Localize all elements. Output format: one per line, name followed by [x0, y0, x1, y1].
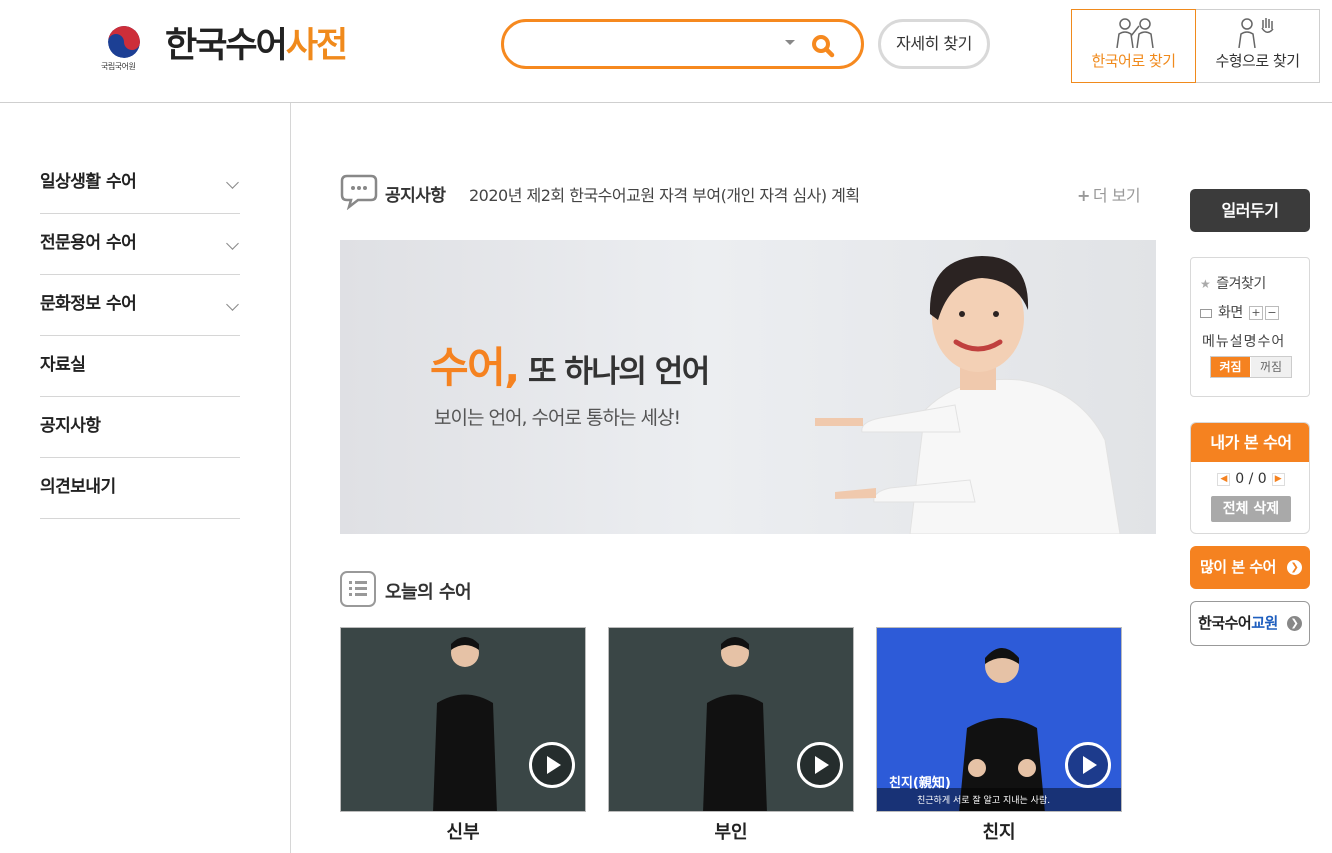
chevron-down-icon — [226, 176, 239, 189]
notice-more-link[interactable]: + 더 보기 — [1077, 182, 1141, 206]
chevron-left-icon[interactable]: ◀ — [1217, 472, 1231, 486]
video-overlay-description: 친근하게 서로 잘 알고 지내는 사람. — [917, 796, 1051, 806]
sign-teacher-button[interactable]: 한국수어교원 ❯ — [1190, 601, 1310, 646]
site-header: 국립국어원 한국수어사전 자세히 찾기 한국어로 찾기 수형으로 찾기 — [0, 0, 1332, 103]
sidebar-item-daily-life[interactable]: 일상생활 수어 — [40, 153, 240, 214]
guide-button[interactable]: 일러두기 — [1190, 189, 1310, 232]
search-input[interactable] — [524, 32, 774, 56]
chevron-down-icon — [226, 298, 239, 311]
sidebar-item-label: 전문용어 수어 — [40, 233, 137, 253]
favorites-link[interactable]: ★ 즐겨찾기 — [1200, 273, 1266, 293]
video-thumbnail[interactable] — [608, 627, 854, 812]
notice-section-label: 공지사항 — [385, 186, 446, 206]
search-dropdown-caret-icon[interactable] — [785, 40, 795, 45]
find-by-korean-button[interactable]: 한국어로 찾기 — [1071, 9, 1196, 83]
institution-name[interactable]: 국립국어원 — [101, 61, 136, 72]
find-by-handshape-label: 수형으로 찾기 — [1215, 52, 1300, 70]
find-by-korean-label: 한국어로 찾기 — [1091, 52, 1176, 70]
screen-label: 화면 — [1218, 305, 1243, 321]
signing-person-icon — [1109, 14, 1159, 49]
menu-desc-label: 메뉴설명수어 — [1202, 334, 1286, 350]
most-viewed-button[interactable]: 많이 본 수어 ❯ — [1190, 546, 1310, 589]
chevron-down-icon — [226, 237, 239, 250]
more-label: 더 보기 — [1092, 186, 1141, 205]
banner-headline-accent: 수어, — [430, 343, 520, 392]
recently-viewed-panel: 내가 본 수어 ◀ 0 / 0 ▶ 전체 삭제 — [1190, 422, 1310, 534]
arrow-right-icon: ❯ — [1287, 560, 1302, 575]
notice-headline-link[interactable]: 2020년 제2회 한국수어교원 자격 부여(개인 자격 심사) 계획 — [469, 182, 860, 206]
speech-bubble-icon — [340, 174, 378, 211]
list-icon — [340, 571, 376, 607]
viewed-count: 0 / 0 — [1235, 471, 1267, 487]
teacher-label-prefix: 한국수어 — [1198, 614, 1252, 632]
banner-presenter-image — [815, 256, 1121, 534]
site-title-accent: 사전 — [285, 26, 348, 66]
chevron-right-icon[interactable]: ▶ — [1271, 472, 1285, 486]
recently-viewed-title: 내가 본 수어 — [1191, 423, 1309, 462]
most-viewed-label: 많이 본 수어 — [1200, 558, 1276, 576]
sidebar-divider — [290, 103, 291, 853]
toggle-on-option[interactable]: 켜짐 — [1211, 357, 1250, 377]
menu-desc-toggle[interactable]: 켜짐 꺼짐 — [1210, 356, 1292, 378]
banner-subtext: 보이는 언어, 수어로 통하는 세상! — [434, 407, 681, 429]
taegeuk-emblem-icon[interactable] — [108, 26, 140, 58]
sidebar-item-archive[interactable]: 자료실 — [40, 336, 240, 397]
sidebar-item-label: 의견보내기 — [40, 477, 116, 497]
sidebar-item-culture[interactable]: 문화정보 수어 — [40, 275, 240, 336]
sidebar-item-label: 문화정보 수어 — [40, 294, 137, 314]
zoom-in-button[interactable]: + — [1248, 306, 1263, 320]
today-sign-section-label: 오늘의 수어 — [385, 582, 472, 603]
search-box — [501, 19, 864, 69]
banner-headline: 수어, 또 하나의 언어 — [430, 334, 710, 395]
monitor-icon — [1200, 308, 1212, 318]
video-caption[interactable]: 친지 — [876, 818, 1122, 844]
banner-headline-rest: 또 하나의 언어 — [518, 354, 710, 390]
find-by-handshape-button[interactable]: 수형으로 찾기 — [1196, 9, 1320, 83]
clear-all-button[interactable]: 전체 삭제 — [1211, 496, 1291, 522]
play-icon[interactable] — [1065, 742, 1111, 788]
screen-zoom-row: 화면 + − — [1200, 302, 1279, 322]
video-thumbnail[interactable] — [340, 627, 586, 812]
teacher-label-accent: 교원 — [1251, 614, 1278, 632]
play-icon[interactable] — [797, 742, 843, 788]
site-logo-title[interactable]: 한국수어사전 — [165, 24, 348, 68]
sidebar-nav: 일상생활 수어 전문용어 수어 문화정보 수어 자료실 공지사항 의견보내기 — [40, 153, 240, 519]
star-icon: ★ — [1200, 277, 1211, 291]
recently-viewed-pager: ◀ 0 / 0 ▶ — [1191, 471, 1309, 487]
zoom-out-button[interactable]: − — [1264, 306, 1279, 320]
sidebar-item-label: 공지사항 — [40, 416, 101, 436]
sidebar-item-label: 일상생활 수어 — [40, 172, 137, 192]
settings-panel: ★ 즐겨찾기 화면 + − 메뉴설명수어 켜짐 꺼짐 — [1190, 257, 1310, 397]
video-overlay-title: 친지(親知) — [889, 776, 951, 791]
handshape-person-icon — [1233, 14, 1283, 49]
detail-search-button[interactable]: 자세히 찾기 — [878, 19, 990, 69]
sidebar-item-notices[interactable]: 공지사항 — [40, 397, 240, 458]
sidebar-item-terminology[interactable]: 전문용어 수어 — [40, 214, 240, 275]
play-icon[interactable] — [529, 742, 575, 788]
plus-icon: + — [1077, 186, 1090, 205]
toggle-off-option[interactable]: 꺼짐 — [1251, 357, 1291, 377]
sidebar-item-label: 자료실 — [40, 355, 86, 375]
video-caption[interactable]: 신부 — [340, 818, 586, 844]
arrow-right-icon: ❯ — [1287, 616, 1302, 631]
site-title-main: 한국수어 — [165, 26, 288, 66]
hero-banner[interactable]: 수어, 또 하나의 언어 보이는 언어, 수어로 통하는 세상! — [340, 240, 1156, 534]
search-icon[interactable] — [809, 32, 837, 60]
video-thumbnail[interactable]: 친지(親知) 친근하게 서로 잘 알고 지내는 사람. — [876, 627, 1122, 812]
favorites-label: 즐겨찾기 — [1216, 276, 1266, 292]
sidebar-item-feedback[interactable]: 의견보내기 — [40, 458, 240, 519]
video-caption[interactable]: 부인 — [608, 818, 854, 844]
